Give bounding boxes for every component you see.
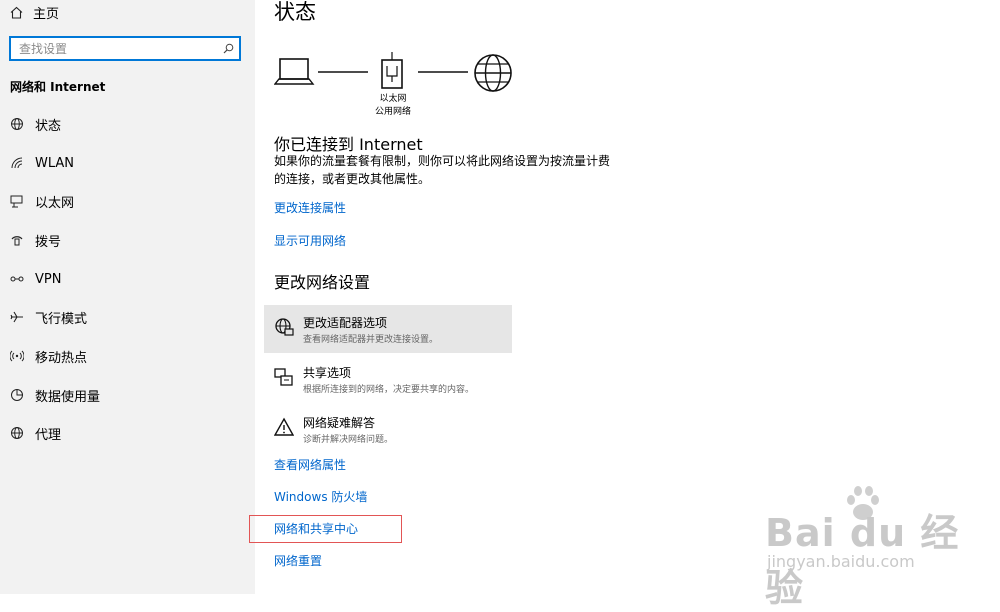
baidu-watermark: Bai du 经验 jingyan.baidu.com bbox=[765, 484, 995, 610]
airplane-icon bbox=[9, 310, 24, 325]
sidebar-item-dialup[interactable]: 拨号 bbox=[0, 225, 255, 255]
sidebar-item-label: 拨号 bbox=[35, 234, 62, 250]
option-description: 诊断并解决网络问题。 bbox=[303, 435, 394, 445]
search-input[interactable]: 查找设置 bbox=[11, 40, 217, 57]
laptop-icon bbox=[273, 58, 315, 85]
sidebar-item-wlan[interactable]: WLAN bbox=[0, 148, 255, 178]
warning-icon bbox=[273, 417, 295, 437]
sidebar-item-label: 代理 bbox=[35, 427, 62, 443]
windows-firewall-link[interactable]: Windows 防火墙 bbox=[274, 488, 367, 505]
option-title: 更改适配器选项 bbox=[303, 316, 388, 330]
sidebar-item-label: VPN bbox=[35, 271, 62, 287]
sidebar-item-proxy[interactable]: 代理 bbox=[0, 418, 255, 448]
sidebar-item-label: 飞行模式 bbox=[35, 311, 88, 327]
home-nav-item[interactable]: 主页 bbox=[10, 2, 59, 22]
show-available-networks-link[interactable]: 显示可用网络 bbox=[274, 232, 346, 249]
sharing-icon bbox=[274, 367, 294, 387]
ethernet-adapter-icon bbox=[381, 52, 403, 89]
option-title: 网络疑难解答 bbox=[303, 416, 376, 430]
ethernet-icon bbox=[9, 194, 24, 209]
sharing-options-item[interactable]: 共享选项 根据所连接到的网络，决定要共享的内容。 bbox=[264, 355, 512, 403]
home-icon bbox=[10, 6, 23, 19]
home-label: 主页 bbox=[33, 6, 60, 22]
change-connection-properties-link[interactable]: 更改连接属性 bbox=[274, 199, 346, 216]
sidebar-item-label: 数据使用量 bbox=[35, 389, 101, 405]
troubleshoot-item[interactable]: 网络疑难解答 诊断并解决网络问题。 bbox=[264, 405, 512, 453]
wifi-icon bbox=[9, 156, 24, 171]
status-globe-icon bbox=[9, 117, 24, 132]
option-description: 根据所连接到的网络，决定要共享的内容。 bbox=[303, 385, 475, 395]
search-icon[interactable] bbox=[217, 43, 239, 54]
section-title: 网络和 Internet bbox=[10, 80, 106, 94]
sidebar-item-ethernet[interactable]: 以太网 bbox=[0, 186, 255, 216]
adapter-icon bbox=[274, 317, 294, 337]
hotspot-icon bbox=[9, 349, 24, 364]
connected-description: 如果你的流量套餐有限制，则你可以将此网络设置为按流量计费的连接，或者更改其他属性… bbox=[274, 154, 611, 186]
watermark-url: jingyan.baidu.com bbox=[767, 552, 915, 571]
internet-globe-icon bbox=[474, 54, 512, 92]
highlight-annotation-box bbox=[249, 515, 402, 543]
search-box[interactable]: 查找设置 bbox=[9, 36, 241, 61]
adapter-options-item[interactable]: 更改适配器选项 查看网络适配器并更改连接设置。 bbox=[264, 305, 512, 353]
network-reset-link[interactable]: 网络重置 bbox=[274, 552, 322, 569]
network-type-label: 公用网络 bbox=[374, 107, 411, 117]
data-usage-icon bbox=[9, 388, 24, 403]
sidebar-item-data-usage[interactable]: 数据使用量 bbox=[0, 380, 255, 410]
view-network-properties-link[interactable]: 查看网络属性 bbox=[274, 456, 346, 473]
sidebar-item-label: 以太网 bbox=[35, 195, 75, 211]
sidebar-item-label: 移动热点 bbox=[35, 350, 88, 366]
change-network-settings-heading: 更改网络设置 bbox=[274, 273, 371, 292]
page-title: 状态 bbox=[274, 0, 316, 24]
sidebar-item-label: 状态 bbox=[35, 118, 62, 134]
sidebar-item-hotspot[interactable]: 移动热点 bbox=[0, 341, 255, 371]
vpn-icon bbox=[9, 272, 24, 287]
sidebar-item-airplane[interactable]: 飞行模式 bbox=[0, 302, 255, 332]
sidebar-item-label: WLAN bbox=[35, 155, 75, 171]
sidebar-item-vpn[interactable]: VPN bbox=[0, 264, 255, 294]
sidebar-item-status[interactable]: 状态 bbox=[0, 109, 255, 139]
dialup-icon bbox=[9, 233, 24, 248]
proxy-globe-icon bbox=[9, 426, 24, 441]
sidebar: 主页 查找设置 网络和 Internet 状态 WLAN 以太网 拨号 VPN … bbox=[0, 0, 255, 594]
adapter-name-label: 以太网 bbox=[379, 94, 407, 104]
network-diagram: 以太网 公用网络 bbox=[273, 52, 524, 122]
option-description: 查看网络适配器并更改连接设置。 bbox=[303, 335, 439, 345]
option-title: 共享选项 bbox=[303, 366, 352, 380]
